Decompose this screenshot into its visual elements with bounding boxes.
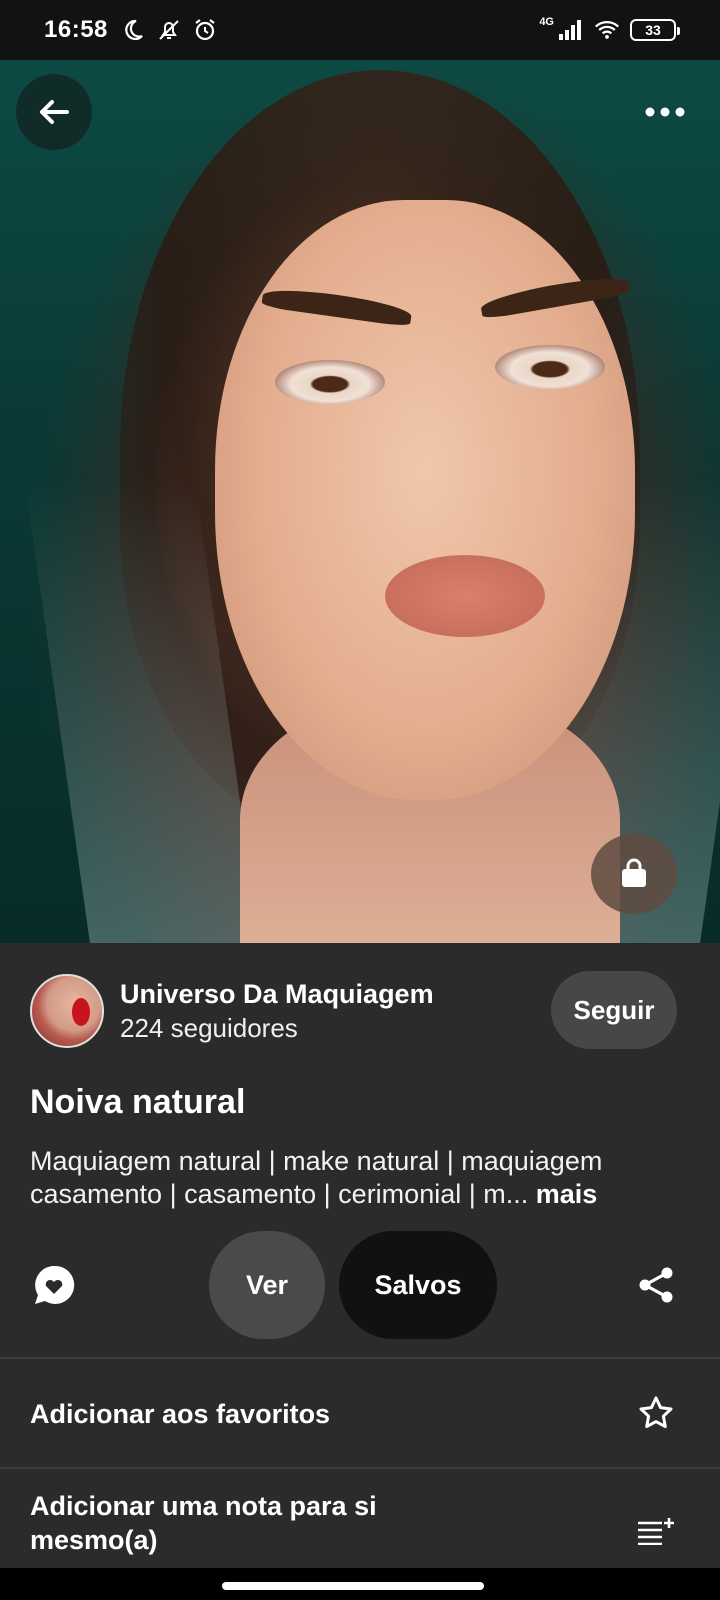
star-icon <box>632 1389 680 1437</box>
creator-followers: 224 seguidores <box>120 1013 298 1043</box>
back-button[interactable] <box>16 74 92 150</box>
signal-icon <box>558 17 584 43</box>
action-bar: Ver Salvos <box>0 1231 720 1341</box>
muted-bell-icon <box>156 17 182 43</box>
image-lips <box>385 555 545 637</box>
network-type-label: 4G <box>539 16 554 28</box>
share-icon <box>639 1267 673 1303</box>
pin-title: Noiva natural <box>30 1083 246 1121</box>
back-arrow-icon <box>40 100 69 124</box>
wifi-icon <box>594 17 620 43</box>
more-options-button[interactable] <box>630 80 700 144</box>
add-to-favorites-row[interactable]: Adicionar aos favoritos <box>0 1359 720 1467</box>
follow-button[interactable]: Seguir <box>551 971 677 1049</box>
creator-name[interactable]: Universo Da Maquiagem <box>120 977 434 1011</box>
system-nav-bar <box>0 1568 720 1600</box>
comment-button[interactable] <box>30 1261 78 1309</box>
home-gesture-handle[interactable] <box>222 1582 484 1590</box>
image-left-eye <box>275 360 385 404</box>
share-button[interactable] <box>632 1261 680 1309</box>
add-note-icon <box>632 1507 680 1555</box>
battery-icon: 33 <box>630 19 680 41</box>
comment-heart-icon <box>35 1265 75 1304</box>
pin-description-text: Maquiagem natural | make natural | maqui… <box>30 1146 603 1209</box>
moon-icon <box>120 17 146 43</box>
alarm-icon <box>192 17 218 43</box>
add-note-label: Adicionar uma nota para si mesmo(a) <box>30 1491 377 1555</box>
more-link[interactable]: mais <box>536 1179 598 1209</box>
status-time: 16:58 <box>44 16 108 43</box>
status-bar: 16:58 4G 33 <box>0 0 720 60</box>
pin-image[interactable] <box>0 60 720 960</box>
view-button[interactable]: Ver <box>209 1231 325 1339</box>
pin-details-panel: Universo Da Maquiagem 224 seguidores Seg… <box>0 943 720 1600</box>
ellipsis-icon <box>645 107 685 117</box>
creator-avatar[interactable] <box>30 974 104 1048</box>
add-to-favorites-label: Adicionar aos favoritos <box>30 1399 331 1429</box>
shopping-bag-icon <box>622 858 646 887</box>
shop-button[interactable] <box>591 834 677 914</box>
pin-description: Maquiagem natural | make natural | maqui… <box>30 1145 690 1211</box>
battery-level: 33 <box>645 22 661 38</box>
saved-button[interactable]: Salvos <box>339 1231 497 1339</box>
add-note-row[interactable]: Adicionar uma nota para si mesmo(a) <box>0 1469 720 1577</box>
image-right-eye <box>495 345 605 389</box>
